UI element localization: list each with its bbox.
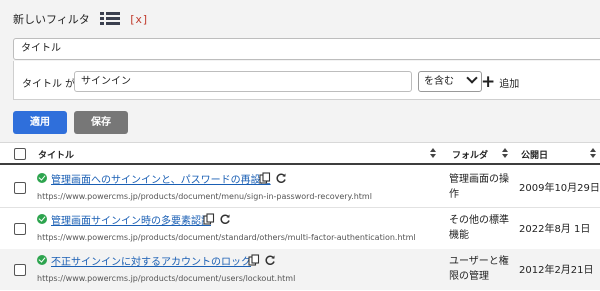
row-url: https://www.powercms.jp/products/documen…	[37, 192, 372, 201]
filter-panel: 新しいフィルタ [x] タイトル タイトル が サインイン を含む + 追加 適…	[0, 0, 600, 143]
condition-value-input[interactable]: サインイン	[74, 71, 412, 92]
row-date: 2009年10月29日	[519, 183, 600, 194]
table-row: 管理画面へのサインインと、パスワードの再設定 https://www.power…	[0, 167, 600, 208]
row-folder: 管理画面の操作	[449, 174, 509, 200]
row-actions	[259, 172, 287, 184]
row-title-link[interactable]: 管理画面サインイン時の多要素認証	[51, 212, 211, 227]
select-all-checkbox[interactable]	[14, 148, 26, 160]
chevron-down-icon	[466, 72, 478, 84]
operator-select[interactable]: を含む	[418, 71, 482, 92]
condition-label: タイトル が	[22, 79, 76, 90]
operator-value: を含む	[424, 76, 454, 87]
apply-button[interactable]: 適用	[13, 111, 67, 134]
row-checkbox[interactable]	[14, 182, 26, 194]
row-title-link[interactable]: 管理画面へのサインインと、パスワードの再設定	[51, 171, 271, 186]
column-title[interactable]: タイトル	[38, 148, 74, 161]
published-status-icon	[37, 255, 47, 265]
row-title-link[interactable]: 不正サインインに対するアカウントのロック	[51, 253, 251, 268]
copy-icon[interactable]	[203, 213, 215, 225]
filter-title: 新しいフィルタ	[13, 13, 90, 26]
refresh-icon[interactable]	[275, 172, 287, 184]
column-folder[interactable]: フォルダ	[452, 148, 488, 161]
condition-box: タイトル が サインイン を含む + 追加	[13, 61, 600, 100]
plus-icon: +	[481, 71, 496, 92]
filter-header: 新しいフィルタ [x]	[13, 10, 149, 28]
sort-icon[interactable]	[590, 147, 597, 159]
row-url: https://www.powercms.jp/products/documen…	[37, 274, 296, 283]
row-checkbox[interactable]	[14, 223, 26, 235]
row-folder: ユーザーと権限の管理	[449, 256, 509, 282]
sort-icon[interactable]	[502, 147, 509, 159]
row-date: 2022年8月 1日	[519, 224, 591, 235]
add-condition-label: 追加	[499, 78, 520, 90]
row-date: 2012年2月21日	[519, 265, 594, 276]
published-status-icon	[37, 173, 47, 183]
table-row: 不正サインインに対するアカウントのロック https://www.powercm…	[0, 249, 600, 290]
refresh-icon[interactable]	[264, 254, 276, 266]
list-icon[interactable]	[99, 12, 120, 26]
row-folder: その他の標準機能	[449, 215, 509, 241]
copy-icon[interactable]	[248, 254, 260, 266]
published-status-icon	[37, 214, 47, 224]
column-date[interactable]: 公開日	[521, 148, 548, 161]
save-button[interactable]: 保存	[74, 111, 128, 134]
add-condition-button[interactable]: + 追加	[481, 73, 519, 91]
table-row: 管理画面サインイン時の多要素認証 https://www.powercms.jp…	[0, 208, 600, 249]
copy-icon[interactable]	[259, 172, 271, 184]
sort-icon[interactable]	[430, 147, 437, 159]
row-actions	[203, 213, 231, 225]
filter-field-select[interactable]: タイトル	[13, 38, 600, 60]
refresh-icon[interactable]	[219, 213, 231, 225]
row-url: https://www.powercms.jp/products/documen…	[37, 233, 416, 242]
table-header: タイトル フォルダ 公開日	[0, 143, 600, 165]
close-filter-link[interactable]: [x]	[129, 13, 149, 26]
row-actions	[248, 254, 276, 266]
row-checkbox[interactable]	[14, 264, 26, 276]
